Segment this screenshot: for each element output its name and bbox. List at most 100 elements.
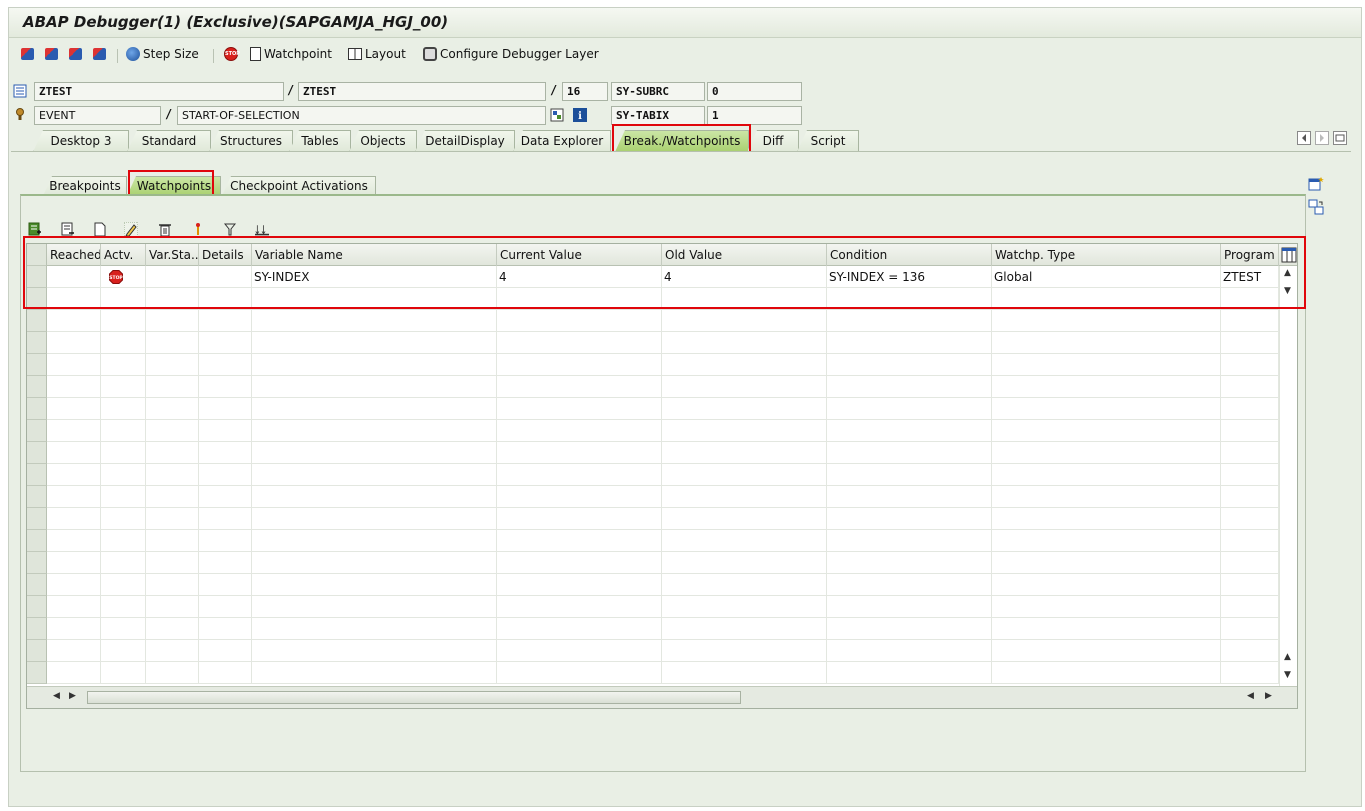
source-code-icon[interactable] (550, 108, 564, 122)
step-size-button[interactable]: Step Size (126, 45, 199, 63)
empty-table-row[interactable] (47, 354, 1279, 376)
event-type-field[interactable]: EVENT (34, 106, 161, 125)
tab-breakpoints[interactable]: Breakpoints (43, 176, 127, 196)
new-window-icon[interactable] (1308, 176, 1324, 192)
filter-icon[interactable] (223, 222, 237, 237)
tab-scroll-right-icon[interactable] (1315, 131, 1329, 145)
execute-button[interactable] (45, 45, 58, 63)
row-selector[interactable] (27, 376, 47, 398)
tab-tables[interactable]: Tables (289, 130, 351, 152)
scroll-left-icon[interactable]: ◀ (53, 691, 60, 701)
tab-objects[interactable]: Objects (349, 130, 417, 152)
column-header-details[interactable]: Details (199, 244, 252, 266)
tab-script[interactable]: Script (797, 130, 859, 152)
configure-debugger-layer-button[interactable]: Configure Debugger Layer (423, 45, 599, 63)
scroll-down-icon[interactable]: ▼ (1284, 670, 1291, 680)
return-button[interactable] (69, 45, 82, 63)
tab-scroll-left-icon[interactable] (1297, 131, 1311, 145)
column-settings-icon[interactable] (1281, 247, 1297, 263)
column-header-current-value[interactable]: Current Value (497, 244, 662, 266)
tab-structures[interactable]: Structures (209, 130, 293, 152)
scroll-right-icon[interactable]: ▶ (1265, 691, 1272, 701)
row-selector[interactable] (27, 354, 47, 376)
program-field[interactable]: ZTEST (34, 82, 284, 101)
row-selector[interactable] (27, 552, 47, 574)
row-selector[interactable] (27, 464, 47, 486)
empty-table-row[interactable] (47, 508, 1279, 530)
continue-button[interactable] (93, 45, 106, 63)
column-header-actv[interactable]: Actv. (101, 244, 146, 266)
row-selector[interactable] (27, 310, 47, 332)
scroll-up-icon[interactable]: ▲ (1284, 268, 1291, 278)
new-document-icon[interactable] (93, 222, 107, 237)
tab-data-explorer[interactable]: Data Explorer (513, 130, 611, 152)
delete-trash-icon[interactable] (158, 222, 172, 237)
single-step-button[interactable] (21, 45, 34, 63)
tab-checkpoint-activations[interactable]: Checkpoint Activations (222, 176, 376, 196)
activate-icon[interactable] (191, 222, 205, 237)
tab-desktop-3[interactable]: Desktop 3 (33, 130, 129, 152)
empty-table-row[interactable] (47, 310, 1279, 332)
column-header-watchp-type[interactable]: Watchp. Type (992, 244, 1221, 266)
scroll-up-icon[interactable]: ▲ (1284, 652, 1291, 662)
tab-list-icon[interactable] (1333, 131, 1347, 145)
change-watchpoint-icon[interactable] (61, 222, 75, 237)
empty-table-row[interactable] (47, 442, 1279, 464)
scroll-right-icon[interactable]: ▶ (69, 691, 76, 701)
scroll-down-icon[interactable]: ▼ (1284, 286, 1291, 296)
empty-table-row[interactable] (47, 618, 1279, 640)
sy-subrc-value[interactable]: 0 (707, 82, 802, 101)
row-selector[interactable] (27, 618, 47, 640)
include-field[interactable]: ZTEST (298, 82, 546, 101)
empty-table-row[interactable] (47, 420, 1279, 442)
empty-table-row[interactable] (47, 640, 1279, 662)
row-selector[interactable] (27, 420, 47, 442)
column-header-condition[interactable]: Condition (827, 244, 992, 266)
tab-break-watchpoints[interactable]: Break./Watchpoints (615, 130, 749, 152)
row-selector[interactable] (27, 640, 47, 662)
row-selector[interactable] (27, 266, 47, 288)
empty-table-row[interactable] (47, 398, 1279, 420)
row-selector[interactable] (27, 398, 47, 420)
column-header-var-sta[interactable]: Var.Sta... (146, 244, 199, 266)
row-selector[interactable] (27, 288, 47, 310)
column-header-program[interactable]: Program (1221, 244, 1279, 266)
sy-tabix-value[interactable]: 1 (707, 106, 802, 125)
scrollbar-thumb[interactable] (87, 691, 741, 704)
horizontal-scrollbar[interactable]: ◀ ▶ ◀ ▶ (27, 686, 1297, 708)
edit-pencil-icon[interactable] (124, 222, 138, 237)
tab-diff[interactable]: Diff (747, 130, 799, 152)
row-selector[interactable] (27, 596, 47, 618)
empty-table-row[interactable] (47, 552, 1279, 574)
row-selector[interactable] (27, 486, 47, 508)
line-number-field[interactable]: 16 (562, 82, 608, 101)
empty-table-row[interactable] (47, 486, 1279, 508)
tab-standard[interactable]: Standard (127, 130, 211, 152)
watchpoint-button[interactable]: Watchpoint (250, 45, 332, 63)
breakpoint-stop-button[interactable]: STOP (224, 45, 240, 63)
column-header-old-value[interactable]: Old Value (662, 244, 827, 266)
column-header-variable-name[interactable]: Variable Name (252, 244, 497, 266)
cell-actv[interactable]: STOP (101, 266, 146, 288)
row-selector[interactable] (27, 442, 47, 464)
empty-table-row[interactable] (47, 288, 1279, 310)
row-selector[interactable] (27, 662, 47, 684)
event-name-field[interactable]: START-OF-SELECTION (177, 106, 546, 125)
empty-table-row[interactable] (47, 332, 1279, 354)
select-all-cell[interactable] (27, 244, 47, 266)
empty-table-row[interactable] (47, 464, 1279, 486)
empty-table-row[interactable] (47, 530, 1279, 552)
tab-watchpoints[interactable]: Watchpoints (127, 176, 221, 196)
row-selector[interactable] (27, 530, 47, 552)
sort-icon[interactable] (255, 222, 269, 237)
table-row[interactable]: STOP SY-INDEX 4 4 SY-INDEX = 136 Global … (47, 266, 1279, 288)
row-selector[interactable] (27, 508, 47, 530)
empty-table-row[interactable] (47, 574, 1279, 596)
info-icon[interactable]: i (573, 108, 587, 122)
vertical-scrollbar[interactable]: ▲ ▼ ▲ ▼ (1279, 266, 1297, 686)
row-selector[interactable] (27, 332, 47, 354)
create-watchpoint-icon[interactable] (28, 222, 42, 237)
column-header-reached[interactable]: Reached (47, 244, 101, 266)
swap-window-icon[interactable] (1308, 199, 1324, 215)
layout-button[interactable]: Layout (348, 45, 406, 63)
